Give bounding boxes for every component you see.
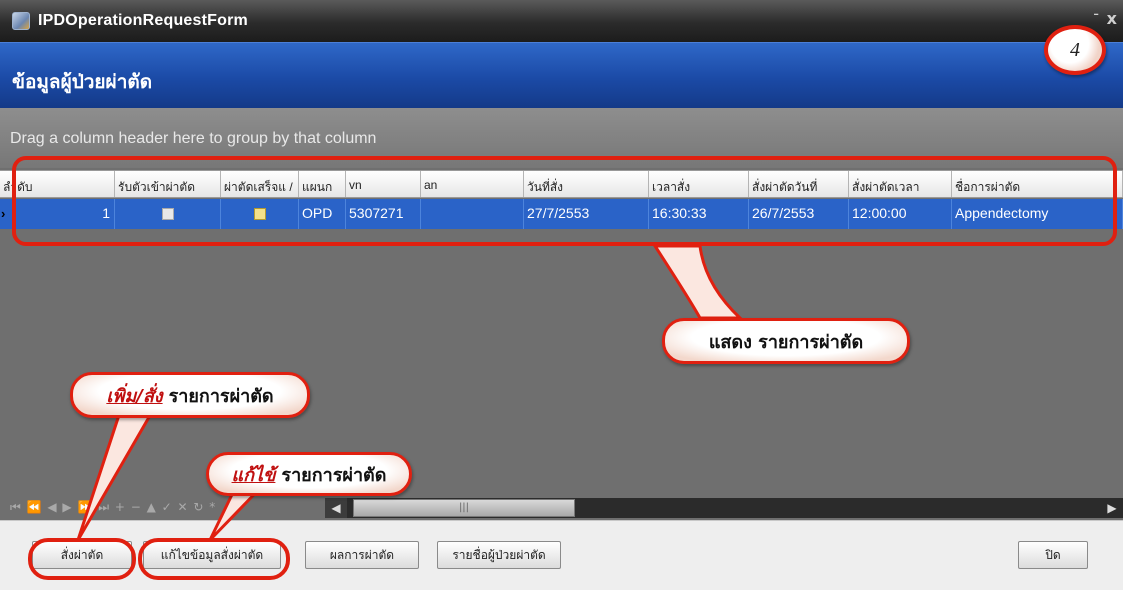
column-header-order[interactable]: ลำดับ — [0, 171, 115, 197]
column-header-dept[interactable]: แผนก — [299, 171, 346, 197]
page-title: ข้อมูลผู้ป่วยผ่าตัด — [12, 71, 153, 93]
cell-order-time[interactable]: 16:30:33 — [649, 199, 749, 229]
minimize-icon[interactable]: - — [1093, 4, 1099, 23]
horizontal-scrollbar[interactable]: ◀ ||| ▶ — [325, 498, 1123, 518]
button-bar: สั่งผ่าตัด แก้ไขข้อมูลสั่งผ่าตัด ผลการผ่… — [0, 520, 1123, 590]
table-row[interactable]: › 1 OPD 5307271 27/7/2553 16:30:33 26/7/… — [0, 199, 1123, 229]
window-titlebar: IPDOperationRequestForm - x — [0, 0, 1123, 42]
callout-add-order-emphasis: เพิ่ม/สั่ง — [106, 385, 163, 407]
finished-checkbox[interactable] — [253, 208, 266, 220]
window-title: IPDOperationRequestForm — [38, 12, 248, 29]
scroll-thumb[interactable]: ||| — [353, 499, 575, 517]
scroll-left-icon[interactable]: ◀ — [325, 498, 347, 518]
callout-edit-emphasis: แก้ไข้ — [231, 464, 276, 486]
cell-received[interactable] — [115, 199, 221, 229]
patient-list-button[interactable]: รายชื่อผู้ป่วยผ่าตัด — [437, 541, 561, 569]
callout-show-list-text: แสดง รายการผ่าตัด — [708, 331, 864, 353]
operation-grid: ลำดับ รับตัวเข้าผ่าตัด ผ่าตัดเสร็จแ / แผ… — [0, 168, 1123, 520]
column-header-op-time[interactable]: สั่งผ่าตัดเวลา — [849, 171, 952, 197]
cell-op-date[interactable]: 26/7/2553 — [749, 199, 849, 229]
cell-an[interactable] — [421, 199, 524, 229]
column-header-finished[interactable]: ผ่าตัดเสร็จแ / — [221, 171, 299, 197]
order-operation-button[interactable]: สั่งผ่าตัด — [32, 541, 132, 569]
grid-area: Drag a column header here to group by th… — [0, 108, 1123, 520]
callout-show-list: แสดง รายการผ่าตัด — [662, 318, 910, 364]
cell-order-value: 1 — [102, 205, 110, 221]
column-header-received[interactable]: รับตัวเข้าผ่าตัด — [115, 171, 221, 197]
callout-add-order-text: รายการผ่าตัด — [168, 385, 274, 407]
cell-finished[interactable] — [221, 199, 299, 229]
column-header-op-date[interactable]: สั่งผ่าตัดวันที่ — [749, 171, 849, 197]
close-window-icon[interactable]: x — [1107, 9, 1117, 28]
grid-header-row: ลำดับ รับตัวเข้าผ่าตัด ผ่าตัดเสร็จแ / แผ… — [0, 170, 1123, 198]
row-indicator-icon: › — [1, 206, 6, 221]
column-header-an[interactable]: an — [421, 171, 524, 197]
cell-dept[interactable]: OPD — [299, 199, 346, 229]
scroll-right-icon[interactable]: ▶ — [1101, 498, 1123, 518]
column-header-order-date[interactable]: วันที่สั่ง — [524, 171, 649, 197]
cell-op-name[interactable]: Appendectomy — [952, 199, 1123, 229]
callout-add-order: เพิ่ม/สั่ง รายการผ่าตัด — [70, 372, 310, 418]
cell-vn[interactable]: 5307271 — [346, 199, 421, 229]
group-by-panel[interactable]: Drag a column header here to group by th… — [0, 108, 1123, 168]
cell-order[interactable]: › 1 — [0, 199, 115, 229]
step-number-badge: 4 — [1044, 25, 1106, 75]
app-icon — [12, 12, 30, 30]
callout-edit: แก้ไข้ รายการผ่าตัด — [206, 452, 412, 496]
cell-order-date[interactable]: 27/7/2553 — [524, 199, 649, 229]
operation-result-button[interactable]: ผลการผ่าตัด — [305, 541, 419, 569]
column-header-order-time[interactable]: เวลาสั่ง — [649, 171, 749, 197]
record-navigator[interactable]: ⏮ ⏪ ◀ ▶ ⏩ ⏭ + − ▲ ✓ ✕ ↻ * — [0, 496, 325, 520]
form-header: ข้อมูลผู้ป่วยผ่าตัด — [0, 42, 1123, 108]
edit-order-button[interactable]: แก้ไขข้อมูลสั่งผ่าตัด — [143, 541, 281, 569]
cell-op-time[interactable]: 12:00:00 — [849, 199, 952, 229]
callout-edit-text: รายการผ่าตัด — [281, 464, 387, 486]
received-checkbox[interactable] — [161, 208, 174, 220]
close-button[interactable]: ปิด — [1018, 541, 1088, 569]
column-header-op-name[interactable]: ชื่อการผ่าตัด — [952, 171, 1123, 197]
column-header-vn[interactable]: vn — [346, 171, 421, 197]
